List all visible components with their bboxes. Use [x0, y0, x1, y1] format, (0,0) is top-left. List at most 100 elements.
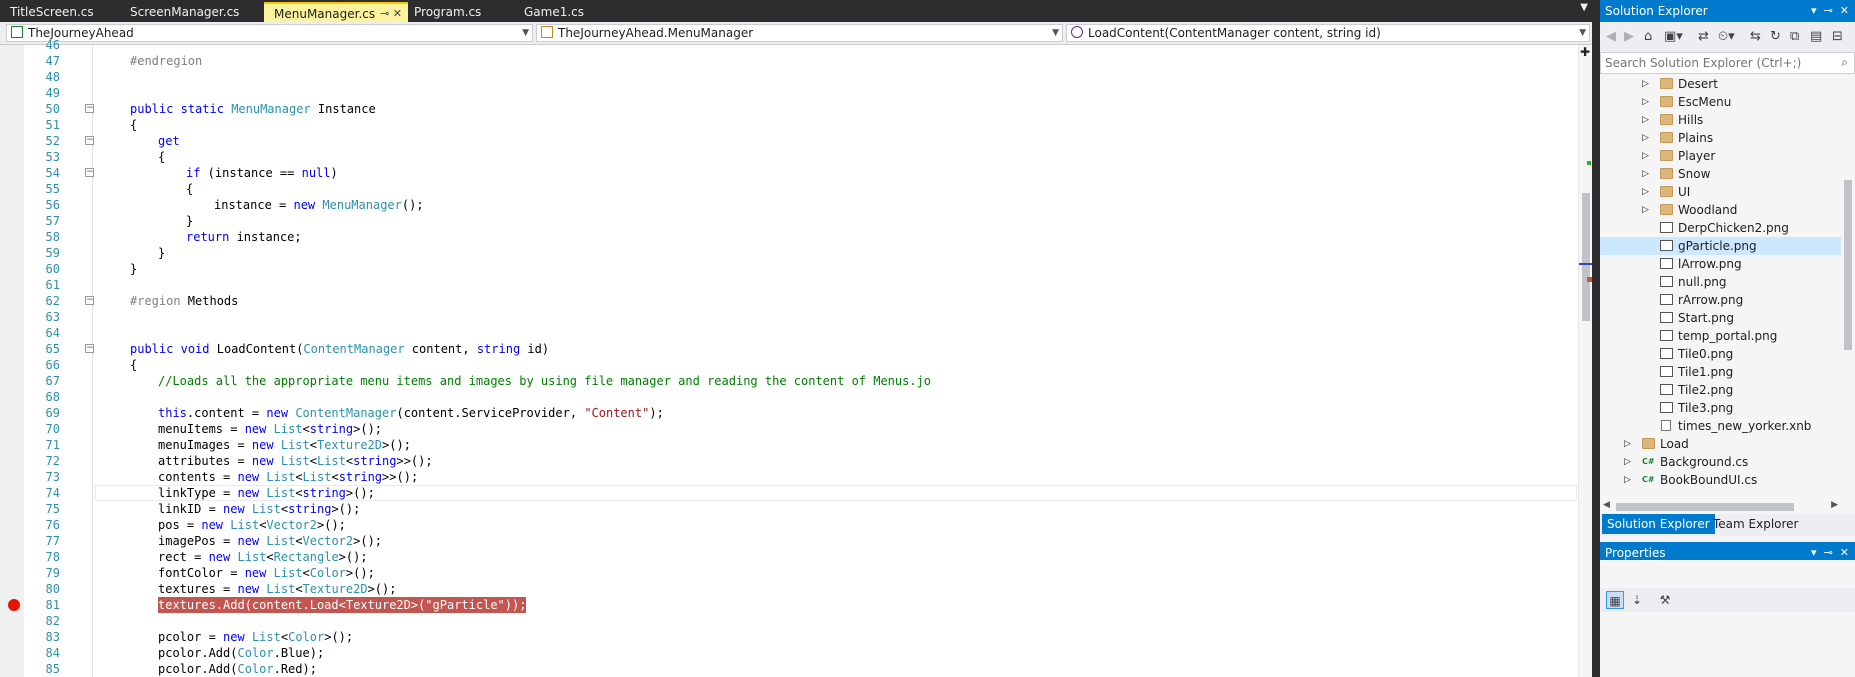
tree-item-ui[interactable]: ▷ UI: [1600, 183, 1841, 201]
tree-item-tile0[interactable]: Tile0.png: [1600, 345, 1841, 363]
expand-arrow-icon[interactable]: ▷: [1642, 165, 1649, 183]
tree-item-temp-portal[interactable]: temp_portal.png: [1600, 327, 1841, 345]
tree-item-bookboundui-cs[interactable]: ▷ C# BookBoundUI.cs: [1600, 471, 1841, 489]
back-icon[interactable]: ◀: [1606, 29, 1616, 44]
line-number: 85: [45, 662, 60, 676]
collapse-toggle-icon[interactable]: −: [85, 296, 94, 305]
image-file-icon: [1660, 384, 1673, 395]
collapse-toggle-icon[interactable]: −: [85, 104, 94, 113]
close-icon[interactable]: ✕: [393, 7, 402, 20]
alphabetical-icon[interactable]: ⇣: [1628, 591, 1646, 609]
code-area[interactable]: 46 47 #endregion 48 49 50 − public static M…: [0, 38, 1578, 677]
tree-item-larrow[interactable]: lArrow.png: [1600, 255, 1841, 273]
tree-horizontal-scrollbar[interactable]: ◀ ▶: [1600, 500, 1841, 514]
pin-icon[interactable]: ⊸: [380, 7, 389, 20]
solution-explorer-search[interactable]: ⌕: [1600, 52, 1855, 74]
search-input[interactable]: [1601, 53, 1832, 73]
tab-titlescreen[interactable]: TitleScreen.cs: [0, 2, 124, 22]
line-number: 70: [45, 422, 60, 436]
tab-overflow-dropdown-icon[interactable]: ▼: [1580, 2, 1588, 13]
code-line: 53 {: [0, 149, 1578, 165]
window-options-icon[interactable]: ▾: [1811, 546, 1817, 559]
tree-item-plains[interactable]: ▷ Plains: [1600, 129, 1841, 147]
tree-item-background-cs[interactable]: ▷ C# Background.cs: [1600, 453, 1841, 471]
tree-item-tile1[interactable]: Tile1.png: [1600, 363, 1841, 381]
breakpoint-icon[interactable]: [8, 599, 20, 611]
home-icon[interactable]: ⌂: [1644, 29, 1652, 44]
code-editor[interactable]: 46 47 #endregion 48 49 50 − public static M…: [0, 38, 1592, 677]
tree-item-escmenu[interactable]: ▷ EscMenu: [1600, 93, 1841, 111]
expand-arrow-icon[interactable]: ▷: [1642, 129, 1649, 147]
tree-item-load[interactable]: ▷ Load: [1600, 435, 1841, 453]
expand-arrow-icon[interactable]: ▷: [1642, 93, 1649, 111]
tab-screenmanager[interactable]: ScreenManager.cs: [120, 2, 270, 22]
header-actions: ▾ ⊸ ✕: [1811, 0, 1849, 22]
tab-team-explorer[interactable]: Team Explorer: [1708, 514, 1804, 534]
scroll-right-icon[interactable]: ▶: [1831, 500, 1838, 510]
scrollbar-thumb[interactable]: [1616, 503, 1794, 511]
forward-icon[interactable]: ▶: [1624, 29, 1634, 44]
tree-item-rarrow[interactable]: rArrow.png: [1600, 291, 1841, 309]
expand-arrow-icon[interactable]: ▷: [1642, 201, 1649, 219]
tree-item-label: null.png: [1678, 275, 1727, 289]
close-icon[interactable]: ✕: [1840, 546, 1849, 559]
csharp-file-icon: C#: [1642, 457, 1655, 466]
image-file-icon: [1660, 402, 1673, 413]
split-editor-icon[interactable]: ✚: [1578, 45, 1592, 59]
tree-item-hills[interactable]: ▷ Hills: [1600, 111, 1841, 129]
pin-icon[interactable]: ⊸: [1824, 4, 1833, 17]
categorized-icon[interactable]: ▦: [1606, 591, 1624, 609]
solution-explorer-header[interactable]: Solution Explorer ▾ ⊸ ✕: [1600, 0, 1855, 22]
tab-game1[interactable]: Game1.cs: [514, 2, 634, 22]
expand-arrow-icon[interactable]: ▷: [1624, 453, 1631, 471]
expand-arrow-icon[interactable]: ▷: [1642, 75, 1649, 93]
code-line: 73 contents = new List<List<string>>();: [0, 469, 1578, 485]
tree-item-tile2[interactable]: Tile2.png: [1600, 381, 1841, 399]
tree-item-player[interactable]: ▷ Player: [1600, 147, 1841, 165]
expand-arrow-icon[interactable]: ▷: [1624, 435, 1631, 453]
search-icon[interactable]: ⌕: [1841, 55, 1848, 70]
tree-item-desert[interactable]: ▷ Desert: [1600, 75, 1841, 93]
sync-icon[interactable]: ⇄: [1698, 29, 1709, 44]
tab-program[interactable]: Program.cs: [404, 2, 524, 22]
expand-arrow-icon[interactable]: ▷: [1642, 183, 1649, 201]
window-options-icon[interactable]: ▾: [1811, 4, 1817, 17]
scrollbar-thumb[interactable]: [1582, 193, 1590, 321]
collapse-all-icon[interactable]: ⇆: [1750, 29, 1761, 44]
tab-solution-explorer[interactable]: Solution Explorer: [1602, 514, 1715, 534]
preview-icon[interactable]: ⊟: [1832, 29, 1843, 44]
code-line: 74 linkType = new List<string>();: [0, 485, 1578, 501]
switch-views-icon[interactable]: ▣▾: [1664, 29, 1683, 44]
tree-item-derpchicken2[interactable]: DerpChicken2.png: [1600, 219, 1841, 237]
properties-body: ▦ ⇣ ⚒: [1600, 560, 1855, 677]
tree-item-start[interactable]: Start.png: [1600, 309, 1841, 327]
collapse-toggle-icon[interactable]: −: [85, 168, 94, 177]
collapse-toggle-icon[interactable]: −: [85, 344, 94, 353]
property-pages-icon[interactable]: ⚒: [1656, 591, 1674, 609]
scroll-left-icon[interactable]: ◀: [1603, 500, 1610, 510]
tree-item-tile3[interactable]: Tile3.png: [1600, 399, 1841, 417]
close-icon[interactable]: ✕: [1840, 4, 1849, 17]
collapse-toggle-icon[interactable]: −: [85, 136, 94, 145]
code-line: 84 pcolor.Add(Color.Blue);: [0, 645, 1578, 661]
tree-item-snow[interactable]: ▷ Snow: [1600, 165, 1841, 183]
tree-item-times-new-yorker[interactable]: times_new_yorker.xnb: [1600, 417, 1841, 435]
pane-divider[interactable]: [1592, 0, 1600, 677]
show-all-files-icon[interactable]: ⧉: [1790, 29, 1799, 44]
pending-changes-icon[interactable]: ⏲▾: [1718, 29, 1735, 44]
expand-arrow-icon[interactable]: ▷: [1642, 111, 1649, 129]
tab-menumanager[interactable]: MenuManager.cs ⊸ ✕: [264, 2, 408, 22]
expand-arrow-icon[interactable]: ▷: [1624, 471, 1631, 489]
pin-icon[interactable]: ⊸: [1824, 546, 1833, 559]
expand-arrow-icon[interactable]: ▷: [1642, 147, 1649, 165]
solution-tree[interactable]: ▷ Desert ▷ EscMenu ▷ Hills ▷ Plains ▷ Player …: [1600, 75, 1841, 500]
scrollbar-thumb[interactable]: [1844, 180, 1852, 350]
refresh-icon[interactable]: ↻: [1770, 29, 1781, 44]
tree-vertical-scrollbar[interactable]: [1841, 75, 1855, 500]
editor-vertical-scrollbar[interactable]: [1578, 45, 1592, 677]
tree-item-null[interactable]: null.png: [1600, 273, 1841, 291]
tree-item-label: Tile0.png: [1678, 347, 1734, 361]
tree-item-woodland[interactable]: ▷ Woodland: [1600, 201, 1841, 219]
tree-item-gparticle[interactable]: gParticle.png: [1600, 237, 1841, 255]
properties-icon[interactable]: ▤: [1810, 29, 1822, 44]
